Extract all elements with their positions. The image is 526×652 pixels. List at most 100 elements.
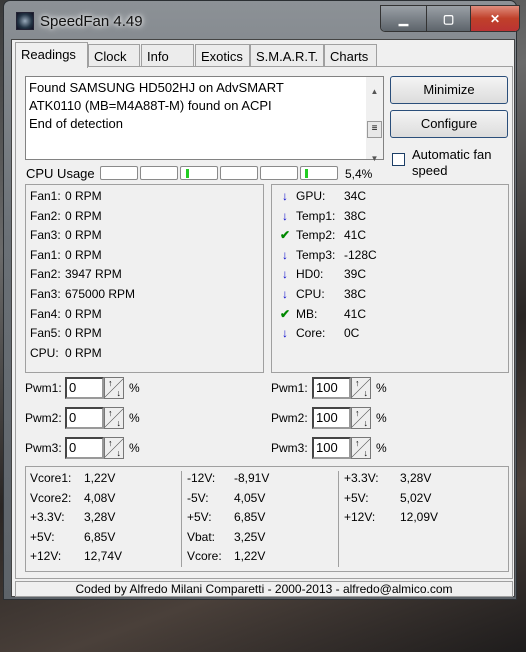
cpu-core-bar xyxy=(220,166,258,180)
pwm-input[interactable]: 0 xyxy=(65,407,104,429)
check-icon: ✔ xyxy=(279,228,291,243)
voltage-label: +5V: xyxy=(30,529,55,544)
cpu-core-bar xyxy=(140,166,178,180)
pwm-input[interactable]: 0 xyxy=(65,377,104,399)
cpu-core-bar xyxy=(180,166,218,180)
pwm-label: Pwm1: xyxy=(271,381,308,395)
arrow-down-icon[interactable]: ↓ xyxy=(364,388,369,398)
minimize-window-button[interactable]: ▁ xyxy=(381,6,427,31)
fans-box: Fan1: 0 RPM Fan2: 0 RPM Fan3: 0 RPM Fan1: 0 RPM… xyxy=(25,184,264,373)
voltage-value: 12,09V xyxy=(400,510,439,524)
pwm-input[interactable]: 100 xyxy=(312,377,351,399)
temp-value: -128C xyxy=(344,247,377,262)
minimize-button[interactable]: Minimize xyxy=(390,76,508,104)
tab-readings[interactable]: Readings xyxy=(15,42,88,68)
pwm-label: Pwm2: xyxy=(271,411,308,425)
pwm-input[interactable]: 100 xyxy=(312,437,351,459)
arrow-down-icon[interactable]: ↓ xyxy=(364,448,369,458)
voltage-value: 4,05V xyxy=(234,490,266,505)
pwm-spinner[interactable]: ↑ ↓ xyxy=(104,377,124,399)
voltage-label: +12V: xyxy=(344,510,376,524)
voltage-label: +12V: xyxy=(30,549,62,563)
arrow-up-icon[interactable]: ↑ xyxy=(108,408,113,418)
maximize-window-button[interactable]: ▢ xyxy=(427,6,471,31)
arrow-up-icon[interactable]: ↑ xyxy=(355,408,360,418)
cpu-usage-label: CPU Usage xyxy=(26,166,95,181)
scroll-thumb[interactable]: ≡ xyxy=(367,121,382,138)
pwm-label: Pwm1: xyxy=(25,381,62,395)
pwm-spinner[interactable]: ↑ ↓ xyxy=(104,407,124,429)
voltage-value: 3,28V xyxy=(400,471,432,485)
automatic-fan-speed-label: Automatic fan speed xyxy=(412,147,492,178)
fan-value: 0 RPM xyxy=(65,326,102,341)
temperatures-box: ↓ GPU: 34C ↓ Temp1: 38C ✔ Temp2: 41C ↓ Temp3: -128C… xyxy=(271,184,509,373)
temp-value: 34C xyxy=(344,189,367,203)
temp-value: 0C xyxy=(344,326,360,341)
arrow-down-icon: ↓ xyxy=(282,189,288,203)
temp-label: Temp2: xyxy=(296,228,336,243)
arrow-up-icon[interactable]: ↑ xyxy=(108,438,113,448)
pwm-spinner[interactable]: ↑ ↓ xyxy=(351,377,371,399)
detection-log[interactable]: Found SAMSUNG HD502HJ on AdvSMART ATK011… xyxy=(25,76,384,163)
temp-value: 38C xyxy=(344,287,367,301)
fan-value: 0 RPM xyxy=(65,306,102,321)
cpu-core-fill xyxy=(186,169,189,178)
scroll-down-icon[interactable]: ▼ xyxy=(366,150,383,168)
automatic-fan-speed-checkbox[interactable] xyxy=(392,153,405,166)
pwm-spinner[interactable]: ↑ ↓ xyxy=(104,437,124,459)
pwm-label: Pwm2: xyxy=(25,411,62,425)
pwm-unit: % xyxy=(376,441,387,455)
arrow-down-icon[interactable]: ↓ xyxy=(117,388,122,398)
arrow-down-icon[interactable]: ↓ xyxy=(117,448,122,458)
log-scrollbar[interactable]: ▲ ≡ ▼ xyxy=(366,77,383,163)
temp-value: 41C xyxy=(344,228,367,243)
fan-label: Fan5: xyxy=(30,326,61,341)
pwm-spinner[interactable]: ↑ ↓ xyxy=(351,407,371,429)
voltage-value: 6,85V xyxy=(234,510,266,524)
arrow-up-icon[interactable]: ↑ xyxy=(355,378,360,388)
arrow-down-icon[interactable]: ↓ xyxy=(364,418,369,428)
close-window-button[interactable]: ✕ xyxy=(471,6,519,31)
voltage-value: 1,22V xyxy=(84,471,116,485)
tab-clock[interactable]: Clock xyxy=(88,44,140,67)
cpu-core-bar xyxy=(100,166,138,180)
voltage-label: Vcore: xyxy=(187,549,222,563)
voltage-label: Vcore1: xyxy=(30,471,72,485)
close-icon: ✕ xyxy=(489,11,501,26)
divider xyxy=(338,471,339,567)
fan-value: 0 RPM xyxy=(65,208,102,223)
pwm-input[interactable]: 100 xyxy=(312,407,351,429)
client-area: Readings Clock Info Exotics S.M.A.R.T. C… xyxy=(11,39,515,597)
fan-value: 0 RPM xyxy=(65,189,102,203)
tab-charts[interactable]: Charts xyxy=(324,44,377,67)
fan-value: 0 RPM xyxy=(65,228,102,243)
temp-value: 41C xyxy=(344,306,367,321)
voltage-label: +3.3V: xyxy=(344,471,379,485)
voltage-label: +5V: xyxy=(344,490,369,505)
tab-info[interactable]: Info xyxy=(141,44,194,67)
arrow-down-icon: ↓ xyxy=(282,326,288,341)
log-line: ATK0110 (MB=M4A88T-M) found on ACPI xyxy=(29,98,272,113)
arrow-up-icon[interactable]: ↑ xyxy=(355,438,360,448)
arrow-down-icon[interactable]: ↓ xyxy=(117,418,122,428)
fan-label: CPU: xyxy=(30,345,59,360)
fan-label: Fan2: xyxy=(30,208,61,223)
log-line: End of detection xyxy=(29,116,123,131)
fan-label: Fan3: xyxy=(30,228,61,243)
caption-buttons: ▁ ▢ ✕ xyxy=(380,5,520,32)
arrow-down-icon: ↓ xyxy=(282,267,288,282)
configure-button[interactable]: Configure xyxy=(390,110,508,138)
window-title: SpeedFan 4.49 xyxy=(40,13,143,30)
pwm-input[interactable]: 0 xyxy=(65,437,104,459)
cpu-usage-value: 5,4% xyxy=(345,167,373,181)
voltage-value: 1,22V xyxy=(234,549,266,563)
tab-smart[interactable]: S.M.A.R.T. xyxy=(250,44,324,67)
tab-exotics[interactable]: Exotics xyxy=(195,44,250,67)
arrow-up-icon[interactable]: ↑ xyxy=(108,378,113,388)
pwm-unit: % xyxy=(129,411,140,425)
temp-label: GPU: xyxy=(296,189,326,203)
scroll-up-icon[interactable]: ▲ xyxy=(366,83,383,101)
voltage-label: Vcore2: xyxy=(30,490,72,505)
pwm-spinner[interactable]: ↑ ↓ xyxy=(351,437,371,459)
readings-panel: Found SAMSUNG HD502HJ on AdvSMART ATK011… xyxy=(15,66,513,579)
